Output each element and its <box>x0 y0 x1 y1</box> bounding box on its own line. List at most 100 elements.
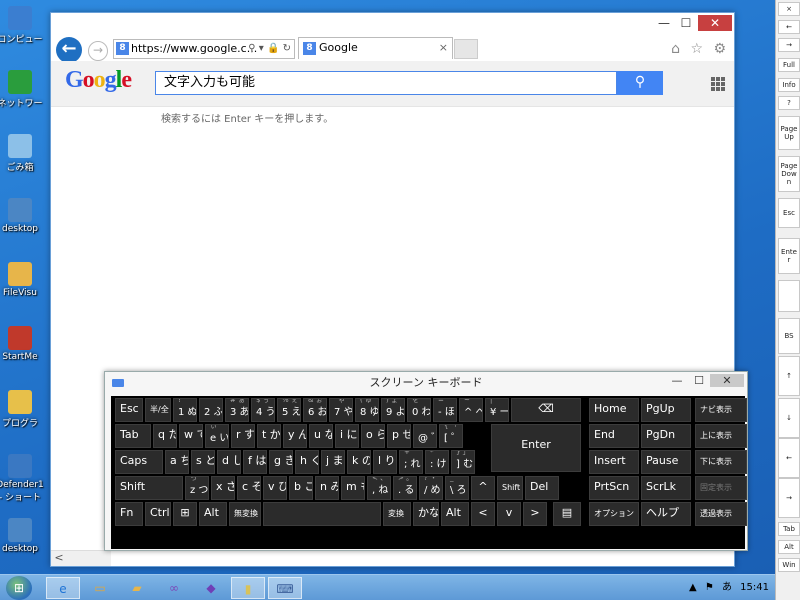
keyboard-icon[interactable]: ⌨ <box>268 577 302 599</box>
key[interactable]: Alt <box>199 502 227 526</box>
key[interactable]: Shift <box>115 476 183 500</box>
scroll-left-icon[interactable]: < <box>51 551 67 564</box>
key[interactable]: h く <box>295 450 319 474</box>
remote-key-button[interactable]: BS <box>778 318 800 354</box>
key[interactable]: p せ <box>387 424 411 448</box>
key[interactable]: ぃ e い <box>205 424 229 448</box>
close-button[interactable]: ✕ <box>698 15 732 31</box>
key[interactable]: o ら <box>361 424 385 448</box>
key[interactable]: 上に表示 <box>695 424 747 448</box>
key[interactable]: 無変換 <box>229 502 261 526</box>
ime-indicator[interactable]: あ <box>722 575 732 600</box>
key[interactable]: Shift <box>497 476 523 500</box>
key[interactable]: f は <box>243 450 267 474</box>
key[interactable]: Home <box>589 398 639 422</box>
key[interactable]: Insert <box>589 450 639 474</box>
remote-key-button[interactable]: PageDown <box>778 156 800 192</box>
key[interactable]: Del <box>525 476 559 500</box>
key[interactable]: End <box>589 424 639 448</box>
key[interactable]: ) ょ 9 よ <box>381 398 405 422</box>
key[interactable]: # ぁ 3 あ <box>225 398 249 422</box>
key[interactable]: i に <box>335 424 359 448</box>
key[interactable]: 固定表示 <box>695 476 747 500</box>
key[interactable]: ` @ ゛ <box>413 424 437 448</box>
folder-icon[interactable]: ▰ <box>120 577 154 599</box>
tab-google[interactable]: 8 Google × <box>298 37 453 59</box>
new-tab-button[interactable] <box>454 39 478 59</box>
vs-icon[interactable]: ◆ <box>194 577 228 599</box>
remote-key-button[interactable]: Tab <box>778 522 800 536</box>
remote-key-button[interactable]: → <box>778 38 800 52</box>
desktop-icon[interactable]: desktop <box>0 198 50 254</box>
maximize-button[interactable]: ☐ <box>674 15 698 31</box>
key[interactable]: " 2 ふ <box>199 398 223 422</box>
key[interactable]: Caps <box>115 450 163 474</box>
start-button[interactable]: ⊞ <box>6 576 32 600</box>
key[interactable]: かな <box>413 502 439 526</box>
key[interactable]: オプション <box>589 502 639 526</box>
key[interactable]: c そ <box>237 476 261 500</box>
desktop-icon[interactable]: コンピュー <box>0 6 50 62</box>
key[interactable]: y ん <box>283 424 307 448</box>
key[interactable]: q た <box>153 424 177 448</box>
remote-key-button[interactable]: ← <box>778 438 800 478</box>
apps-grid-icon[interactable] <box>711 77 725 91</box>
key[interactable]: Pause <box>641 450 691 474</box>
key[interactable]: l り <box>373 450 397 474</box>
key[interactable]: ヘルプ <box>641 502 691 526</box>
key[interactable]: = - ほ <box>433 398 457 422</box>
search-button[interactable]: ⚲ <box>617 71 663 95</box>
key[interactable]: w て <box>179 424 203 448</box>
key[interactable]: a ち <box>165 450 189 474</box>
remote-key-button[interactable]: ↑ <box>778 356 800 396</box>
desktop-icon[interactable]: ネットワー <box>0 70 50 126</box>
osk-close-button[interactable]: ✕ <box>710 374 744 387</box>
key[interactable]: s と <box>191 450 215 474</box>
key[interactable]: ^ <box>471 476 495 500</box>
tray-expand-icon[interactable]: ▲ <box>689 575 697 600</box>
key[interactable]: PgDn <box>641 424 691 448</box>
remote-key-button[interactable]: Enter <box>778 238 800 274</box>
key[interactable]: PrtScn <box>589 476 639 500</box>
google-logo[interactable]: Google <box>65 67 132 94</box>
remote-key-button[interactable]: Esc <box>778 198 800 228</box>
remote-key-button[interactable]: × <box>778 2 800 16</box>
remote-key-button[interactable]: Full <box>778 58 800 72</box>
key[interactable]: _ \ ろ <box>445 476 469 500</box>
key[interactable] <box>263 502 381 526</box>
key[interactable]: | ¥ ー <box>485 398 509 422</box>
explorer-icon[interactable]: ▭ <box>83 577 117 599</box>
key[interactable]: { 「 [ ゜ <box>439 424 463 448</box>
desktop-icon[interactable]: StartMe <box>0 326 50 382</box>
key[interactable]: Alt <box>441 502 469 526</box>
remote-key-button[interactable]: Info <box>778 78 800 92</box>
key[interactable]: ' ゃ 7 や <box>329 398 353 422</box>
key[interactable]: ▤ <box>553 502 581 526</box>
key[interactable]: ( ゅ 8 ゆ <box>355 398 379 422</box>
key[interactable]: *: け <box>425 450 449 474</box>
address-tools-icon[interactable]: ⚲ ▾ 🔒 ↻ <box>248 40 291 58</box>
remote-key-button[interactable] <box>778 280 800 312</box>
desktop-icon[interactable]: FileVisu <box>0 262 50 318</box>
forward-button[interactable]: → <box>88 41 108 61</box>
key[interactable]: ⊞ <box>173 502 197 526</box>
key[interactable]: j ま <box>321 450 345 474</box>
key[interactable]: 下に表示 <box>695 450 747 474</box>
key[interactable]: v <box>497 502 521 526</box>
key[interactable]: ⌫ <box>511 398 581 422</box>
key[interactable]: Ctrl <box>145 502 171 526</box>
remote-key-button[interactable]: ← <box>778 20 800 34</box>
key[interactable]: PgUp <box>641 398 691 422</box>
key[interactable]: + ; れ <box>399 450 423 474</box>
key[interactable]: Esc <box>115 398 143 422</box>
horizontal-scrollbar[interactable]: < <box>51 550 111 566</box>
osk-maximize-button[interactable]: ☐ <box>688 374 710 387</box>
key[interactable]: 変換 <box>383 502 411 526</box>
minimize-button[interactable]: — <box>652 15 676 31</box>
key[interactable]: > <box>523 502 547 526</box>
key[interactable]: ! 1 ぬ <box>173 398 197 422</box>
key[interactable]: ナビ表示 <box>695 398 747 422</box>
desktop-icon[interactable]: desktop <box>0 518 50 574</box>
app-icon[interactable]: ▮ <box>231 577 265 599</box>
key[interactable]: Fn <box>115 502 143 526</box>
